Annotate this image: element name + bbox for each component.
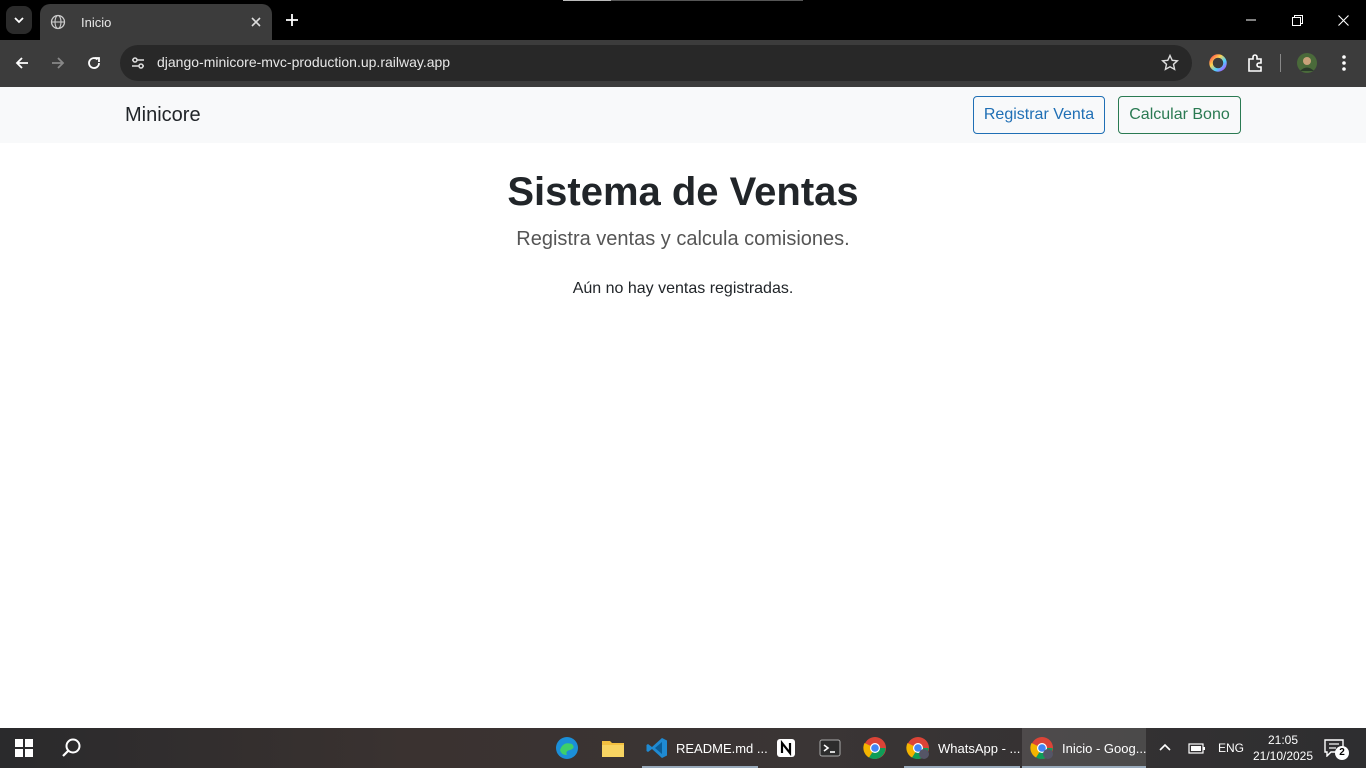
- notion-icon: [777, 739, 795, 757]
- windows-taskbar: README.md ... WhatsApp - ... Inicio - Go…: [0, 728, 1366, 768]
- toolbar-divider: [1280, 54, 1281, 72]
- terminal-icon: [819, 739, 841, 757]
- address-bar[interactable]: django-minicore-mvc-production.up.railwa…: [120, 45, 1192, 81]
- taskbar-chrome[interactable]: [860, 728, 890, 768]
- tab-search-button[interactable]: [6, 6, 32, 34]
- close-icon: [1337, 14, 1349, 26]
- taskbar-whatsapp-chrome[interactable]: WhatsApp - ...: [904, 728, 1020, 768]
- browser-toolbar: django-minicore-mvc-production.up.railwa…: [0, 40, 1366, 87]
- globe-icon: [50, 14, 66, 30]
- taskbar-vscode[interactable]: README.md ...: [642, 728, 768, 768]
- chrome-active-label: Inicio - Goog...: [1062, 740, 1147, 756]
- vscode-icon: [646, 736, 668, 760]
- navbar-brand[interactable]: Minicore: [125, 104, 201, 127]
- minimize-button[interactable]: [1228, 0, 1274, 40]
- page-content: Minicore Registrar Venta Calcular Bono S…: [0, 87, 1366, 728]
- profile-avatar-icon[interactable]: [1295, 51, 1319, 75]
- clock-time: 21:05: [1267, 733, 1299, 747]
- scroll-indicator: [563, 0, 803, 1]
- clock-date: 21/10/2025: [1252, 749, 1314, 763]
- battery-icon: [1188, 743, 1205, 754]
- chrome-icon: [863, 737, 886, 759]
- register-sale-button[interactable]: Registrar Venta: [973, 96, 1105, 134]
- window-controls: [1228, 0, 1366, 40]
- edge-icon: [556, 737, 578, 759]
- tab-title: Inicio: [81, 14, 112, 30]
- tab-inicio[interactable]: Inicio: [40, 4, 272, 40]
- plus-icon: [286, 14, 298, 26]
- language-label: ENG: [1218, 741, 1245, 755]
- forward-button[interactable]: [44, 49, 72, 77]
- taskbar-terminal[interactable]: [816, 728, 844, 768]
- new-tab-button[interactable]: [280, 8, 304, 32]
- folder-icon: [602, 741, 624, 757]
- puzzle-icon[interactable]: [1243, 51, 1267, 75]
- reload-icon: [88, 57, 100, 69]
- page-subtitle: Registra ventas y calcula comisiones.: [516, 228, 850, 250]
- taskbar-file-explorer[interactable]: [598, 728, 628, 768]
- reload-button[interactable]: [80, 49, 108, 77]
- minimize-icon: [1246, 19, 1256, 21]
- restore-icon: [1291, 14, 1303, 26]
- vscode-label: README.md ...: [676, 740, 768, 756]
- chrome-profile-icon: [1030, 736, 1054, 760]
- restore-button[interactable]: [1274, 0, 1320, 40]
- more-menu-icon[interactable]: [1332, 51, 1356, 75]
- start-button[interactable]: [8, 728, 40, 768]
- show-hidden-icons-button[interactable]: [1154, 728, 1176, 768]
- empty-sales-message: Aún no hay ventas registradas.: [572, 280, 794, 297]
- taskbar-search-button[interactable]: [56, 728, 88, 768]
- site-settings-icon[interactable]: [128, 53, 148, 73]
- chevron-down-icon: [14, 17, 24, 24]
- browser-titlebar: Inicio: [0, 0, 1366, 40]
- taskbar-edge[interactable]: [552, 728, 582, 768]
- close-window-button[interactable]: [1320, 0, 1366, 40]
- notification-count-badge: 2: [1335, 746, 1349, 760]
- arrow-right-icon: [52, 57, 65, 69]
- color-wheel-extension-icon[interactable]: [1206, 51, 1230, 75]
- chrome-profile-icon: [906, 736, 930, 760]
- page-title: Sistema de Ventas: [507, 170, 859, 214]
- url-text: django-minicore-mvc-production.up.railwa…: [157, 54, 451, 70]
- taskbar-clock[interactable]: 21:05 21/10/2025: [1248, 732, 1318, 764]
- windows-logo-icon: [15, 739, 33, 757]
- language-indicator[interactable]: ENG: [1218, 728, 1244, 768]
- arrow-left-icon: [15, 57, 28, 69]
- whatsapp-label: WhatsApp - ...: [938, 740, 1021, 756]
- calculate-bonus-button[interactable]: Calcular Bono: [1118, 96, 1241, 134]
- search-icon: [62, 738, 81, 757]
- taskbar-inicio-chrome[interactable]: Inicio - Goog...: [1022, 728, 1147, 768]
- close-icon[interactable]: [246, 12, 266, 32]
- site-navbar: Minicore Registrar Venta Calcular Bono: [0, 87, 1366, 143]
- star-icon[interactable]: [1160, 53, 1180, 73]
- network-battery-button[interactable]: [1186, 728, 1208, 768]
- taskbar-notion[interactable]: [772, 728, 800, 768]
- chevron-up-icon: [1159, 743, 1171, 751]
- back-button[interactable]: [8, 49, 36, 77]
